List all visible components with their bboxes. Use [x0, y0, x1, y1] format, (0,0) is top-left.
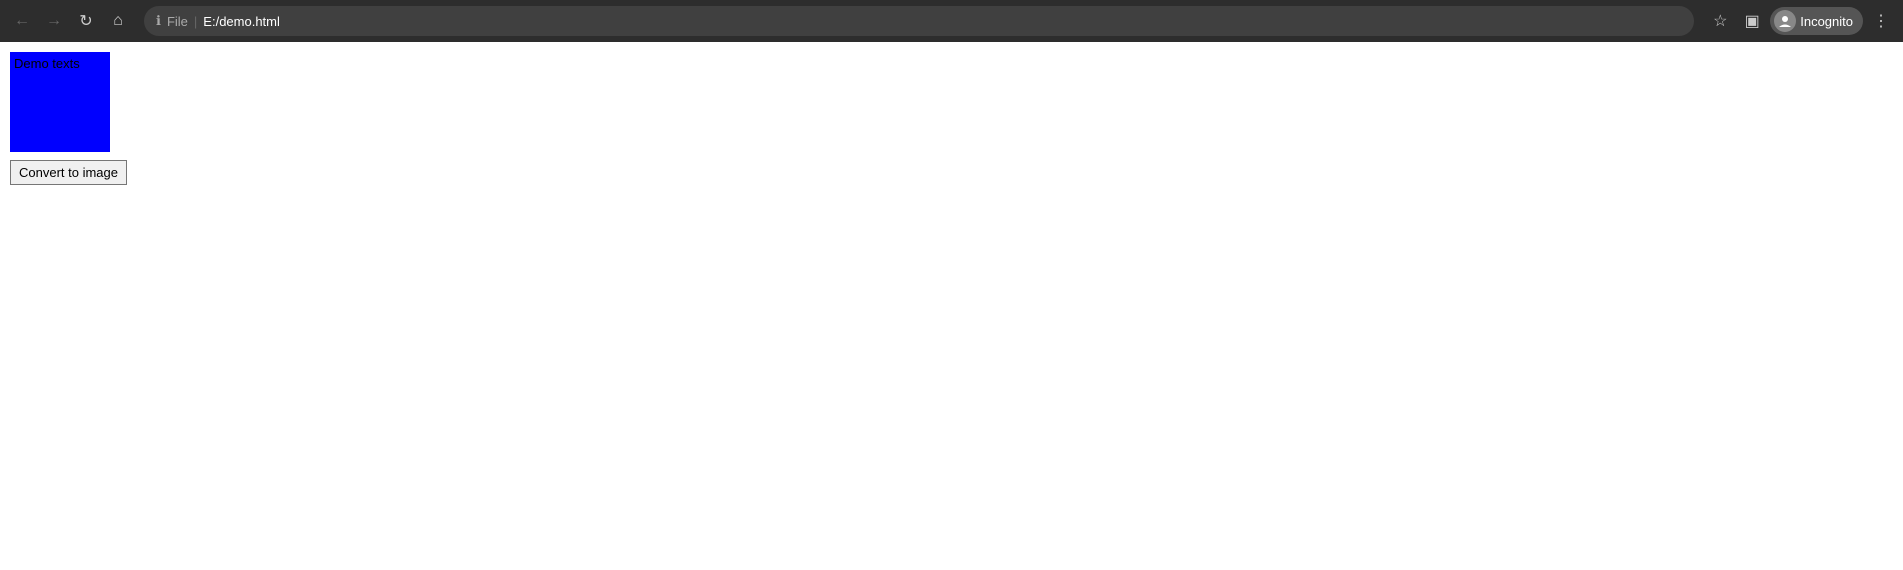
blue-box: Demo texts — [10, 52, 110, 152]
tab-switcher-icon: ▣ — [1745, 11, 1760, 31]
tab-switcher-button[interactable]: ▣ — [1738, 7, 1766, 35]
incognito-label: Incognito — [1800, 14, 1853, 29]
home-icon: ⌂ — [113, 12, 123, 30]
toolbar-right: ☆ ▣ Incognito ⋮ — [1706, 7, 1895, 35]
separator: | — [194, 14, 197, 29]
reload-icon: ↻ — [79, 11, 92, 31]
menu-button[interactable]: ⋮ — [1867, 7, 1895, 35]
page-content: Demo texts Convert to image — [0, 42, 1903, 195]
incognito-icon — [1774, 10, 1796, 32]
incognito-button[interactable]: Incognito — [1770, 7, 1863, 35]
browser-chrome: ← → ↻ ⌂ ℹ File | E:/demo.html ☆ ▣ — [0, 0, 1903, 42]
reload-button[interactable]: ↻ — [72, 7, 100, 35]
convert-to-image-button[interactable]: Convert to image — [10, 160, 127, 185]
star-icon: ☆ — [1713, 11, 1727, 31]
demo-text-label: Demo texts — [14, 56, 80, 71]
forward-button[interactable]: → — [40, 7, 68, 35]
address-bar[interactable]: ℹ File | E:/demo.html — [144, 6, 1694, 36]
back-icon: ← — [14, 12, 30, 30]
address-text: E:/demo.html — [203, 14, 280, 29]
menu-icon: ⋮ — [1873, 11, 1889, 31]
nav-buttons: ← → ↻ ⌂ — [8, 7, 132, 35]
info-icon: ℹ — [156, 13, 161, 29]
home-button[interactable]: ⌂ — [104, 7, 132, 35]
file-label: File — [167, 14, 188, 29]
bookmark-button[interactable]: ☆ — [1706, 7, 1734, 35]
forward-icon: → — [46, 12, 62, 30]
back-button[interactable]: ← — [8, 7, 36, 35]
